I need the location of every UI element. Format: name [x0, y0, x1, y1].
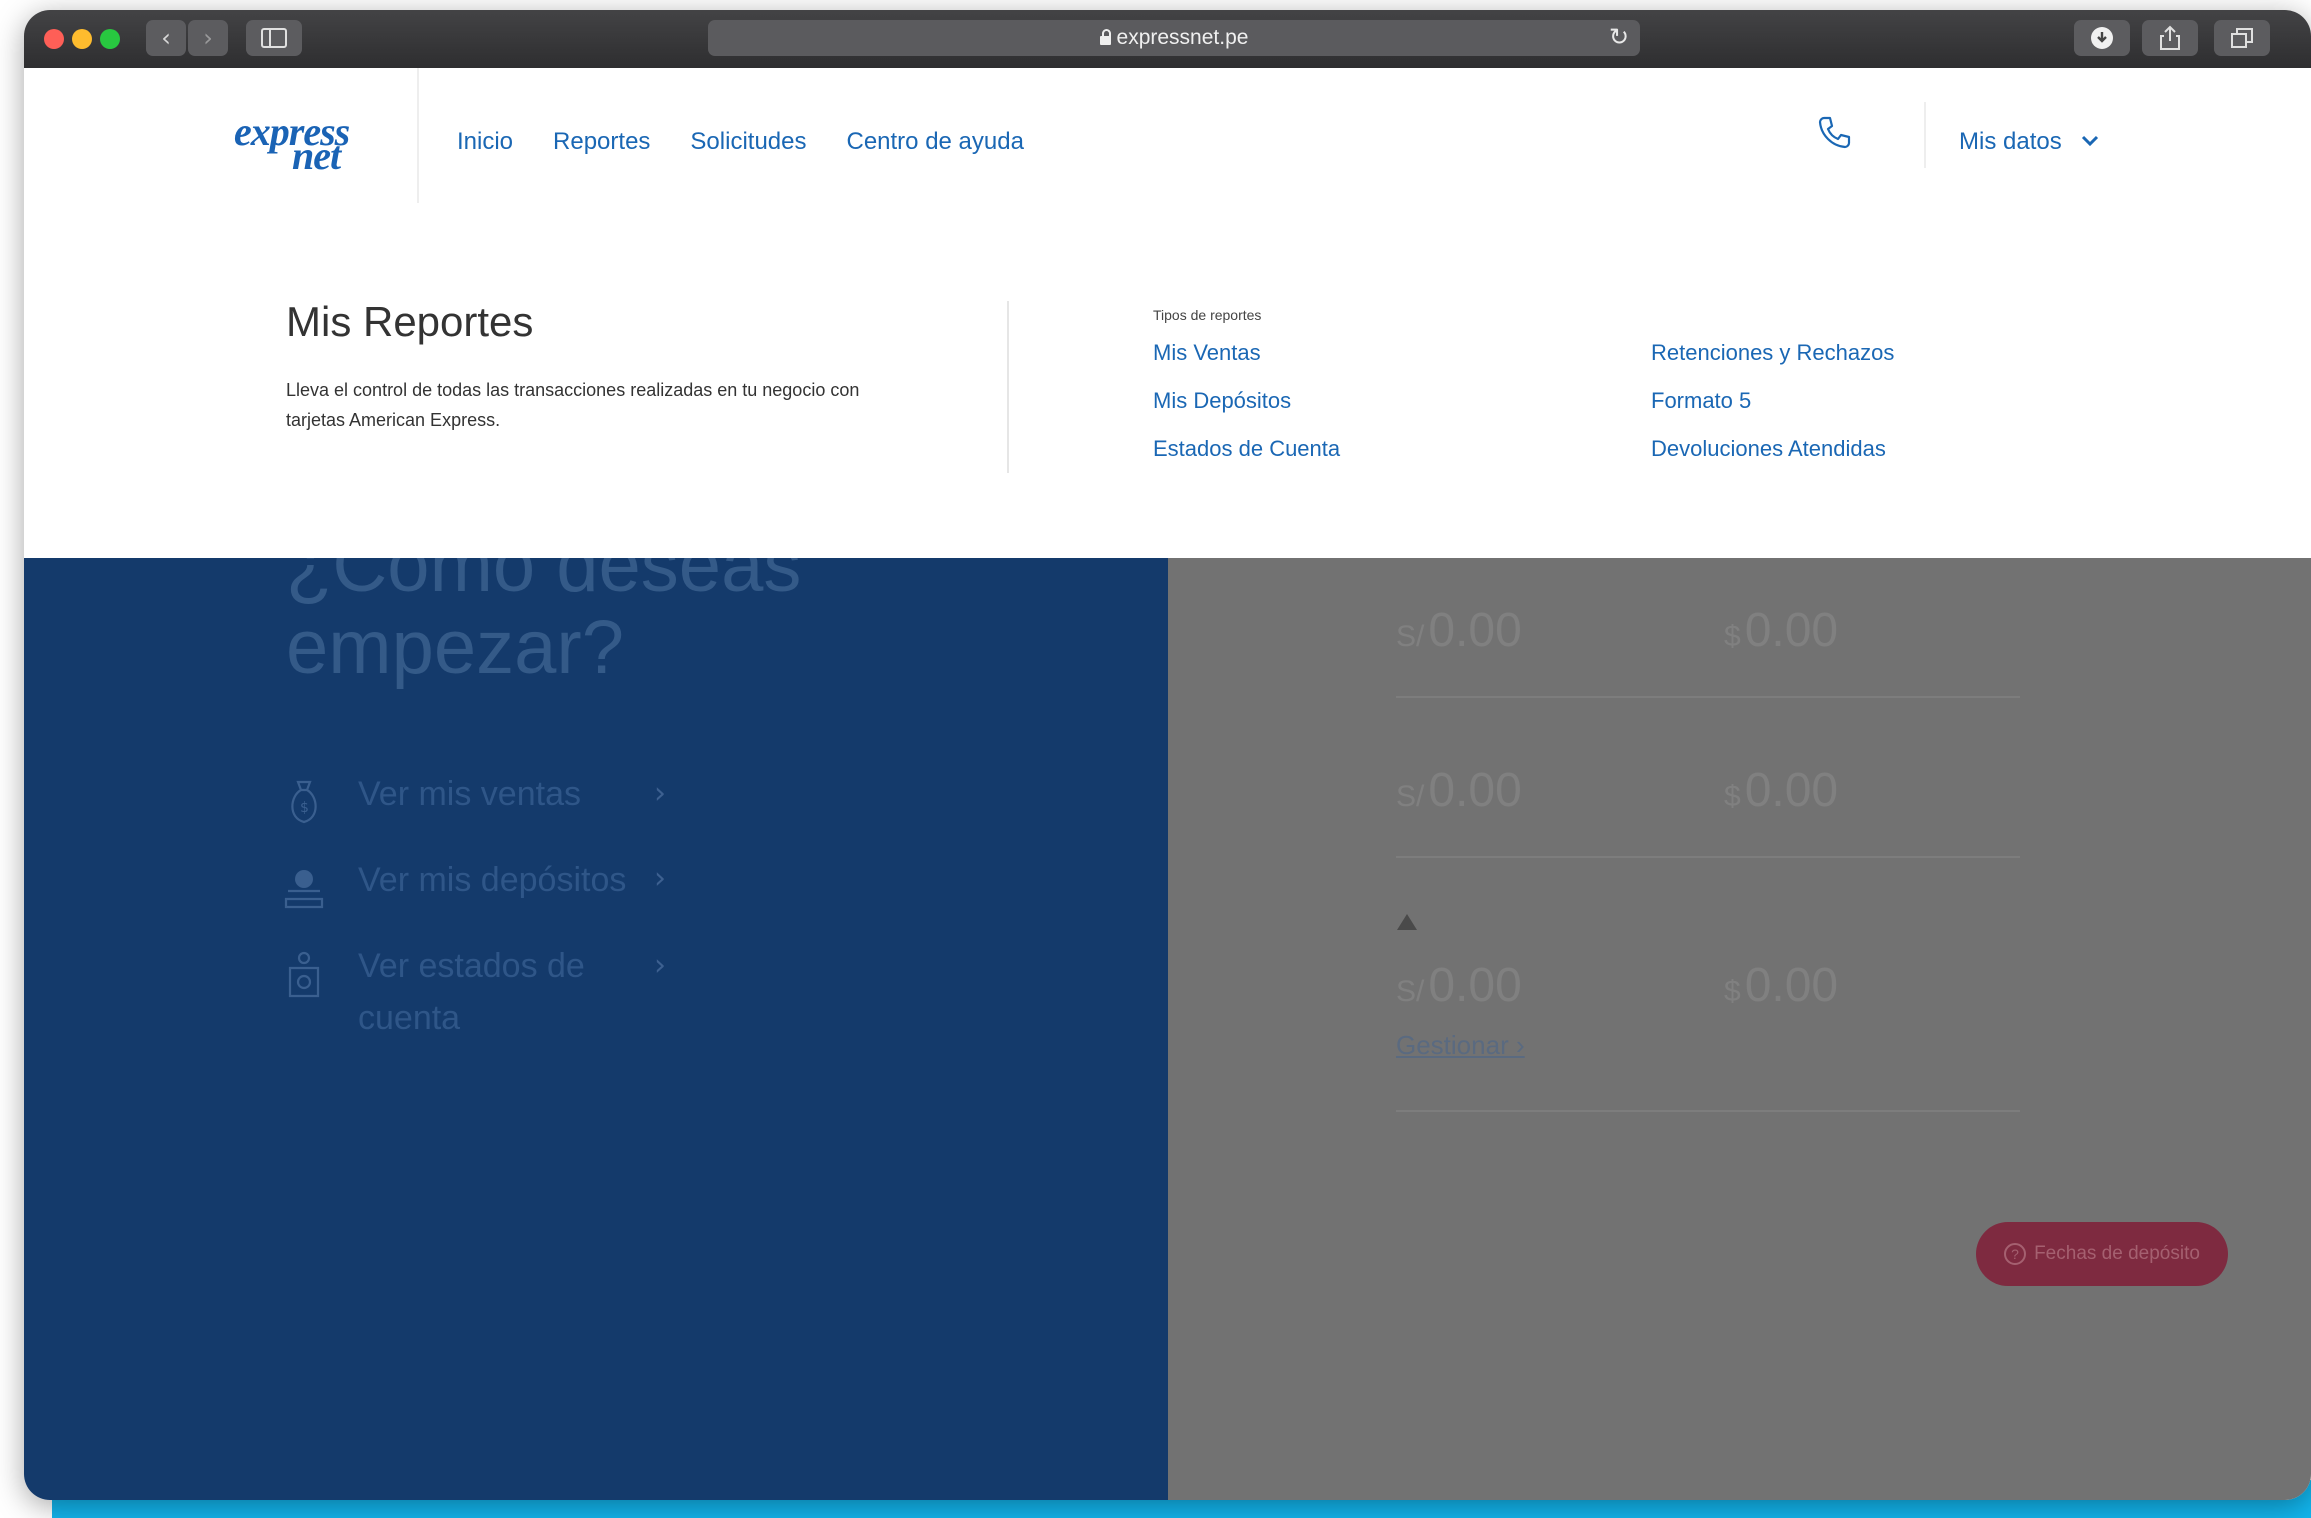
site-header: express net Inicio Reportes Solicitudes … — [24, 68, 2311, 205]
reports-title: Mis Reportes — [286, 298, 534, 345]
svg-text:$: $ — [300, 800, 309, 816]
phone-icon[interactable] — [1814, 112, 1854, 152]
chevron-right-icon: › — [203, 24, 213, 52]
header-divider — [417, 68, 419, 203]
sidebar-icon — [261, 28, 287, 48]
nav-solicitudes[interactable]: Solicitudes — [690, 128, 806, 156]
link-mis-depositos[interactable]: Mis Depósitos — [1153, 388, 1291, 414]
row1-usd: $0.00 — [1724, 604, 1839, 657]
money-bag-icon: $ — [291, 780, 317, 824]
share-button[interactable] — [2142, 20, 2198, 56]
minimize-window-button[interactable] — [72, 29, 92, 49]
lock-icon — [1099, 28, 1111, 45]
row2-soles: S/0.00 — [1396, 764, 1522, 817]
deposit-icon — [284, 870, 324, 909]
forward-button[interactable]: › — [188, 20, 228, 56]
question-icon: ? — [2004, 1243, 2027, 1265]
link-estados-de-cuenta[interactable]: Estados de Cuenta — [1153, 436, 1340, 462]
back-button[interactable]: ‹ — [146, 20, 186, 56]
nav-centro-de-ayuda[interactable]: Centro de ayuda — [846, 128, 1023, 156]
address-bar[interactable]: expressnet.pe — [708, 20, 1640, 56]
row3-soles: S/0.00 — [1396, 959, 1522, 1012]
gestionar-link[interactable]: Gestionar › — [1396, 1030, 1525, 1061]
sidebar-button[interactable] — [246, 20, 302, 56]
close-window-button[interactable] — [44, 29, 64, 49]
hero-question-line2: empezar? — [286, 605, 624, 690]
row-divider — [1396, 856, 2020, 858]
row1-soles: S/0.00 — [1396, 604, 1522, 657]
reports-dropdown: Mis Reportes Lleva el control de todas l… — [24, 203, 2311, 558]
chevron-down-icon[interactable] — [2079, 130, 2101, 152]
share-icon — [2160, 25, 2180, 50]
row-divider — [1396, 696, 2020, 698]
reload-icon[interactable]: ↻ — [1609, 23, 1629, 51]
chevron-right-icon[interactable]: › — [654, 776, 666, 811]
download-icon — [2091, 27, 2113, 49]
row3-usd: $0.00 — [1724, 959, 1839, 1012]
row2-usd: $0.00 — [1724, 764, 1839, 817]
report-types-label: Tipos de reportes — [1153, 307, 1262, 323]
url-text: expressnet.pe — [1116, 26, 1249, 49]
zoom-window-button[interactable] — [100, 29, 120, 49]
statement-icon — [288, 951, 320, 998]
hero-item-estados[interactable]: Ver estados de cuenta — [358, 940, 618, 1044]
chevron-right-icon[interactable]: › — [654, 861, 666, 896]
expressnet-logo[interactable]: express net — [234, 108, 364, 178]
fechas-label: Fechas de depósito — [2034, 1243, 2200, 1264]
chevron-right-icon[interactable]: › — [654, 948, 666, 983]
tabs-icon — [2231, 28, 2253, 48]
link-retenciones-y-rechazos[interactable]: Retenciones y Rechazos — [1651, 340, 1894, 366]
nav-inicio[interactable]: Inicio — [457, 128, 513, 156]
browser-window: ‹ › expressnet.pe ↻ express net Inicio R… — [24, 10, 2311, 1500]
link-mis-ventas[interactable]: Mis Ventas — [1153, 340, 1261, 366]
fechas-de-deposito-button[interactable]: ? Fechas de depósito — [1976, 1222, 2228, 1286]
hero-question-line1: ¿Cómo deseas — [286, 558, 802, 608]
warning-icon — [1397, 914, 1417, 930]
header-divider-right — [1924, 102, 1926, 168]
hero-item-depositos[interactable]: Ver mis depósitos — [358, 854, 626, 906]
chevron-left-icon: ‹ — [161, 24, 171, 52]
main-nav: Inicio Reportes Solicitudes Centro de ay… — [457, 128, 1024, 156]
link-devoluciones-atendidas[interactable]: Devoluciones Atendidas — [1651, 436, 1886, 462]
dropdown-divider — [1007, 301, 1009, 473]
logo-text-bottom: net — [292, 133, 341, 178]
link-formato-5[interactable]: Formato 5 — [1651, 388, 1751, 414]
hero-item-ventas[interactable]: Ver mis ventas — [358, 768, 581, 820]
downloads-button[interactable] — [2074, 20, 2130, 56]
tabs-button[interactable] — [2214, 20, 2270, 56]
nav-reportes[interactable]: Reportes — [553, 128, 650, 156]
row-divider — [1396, 1110, 2020, 1112]
summary-panel — [1168, 558, 2311, 1500]
mis-datos-menu[interactable]: Mis datos — [1959, 128, 2062, 156]
reports-description: Lleva el control de todas las transaccio… — [286, 380, 860, 430]
hero-panel: ¿Cómo deseas empezar? $ Ver mis ventas ›… — [24, 558, 1168, 1500]
browser-toolbar: ‹ › expressnet.pe ↻ — [24, 10, 2311, 69]
